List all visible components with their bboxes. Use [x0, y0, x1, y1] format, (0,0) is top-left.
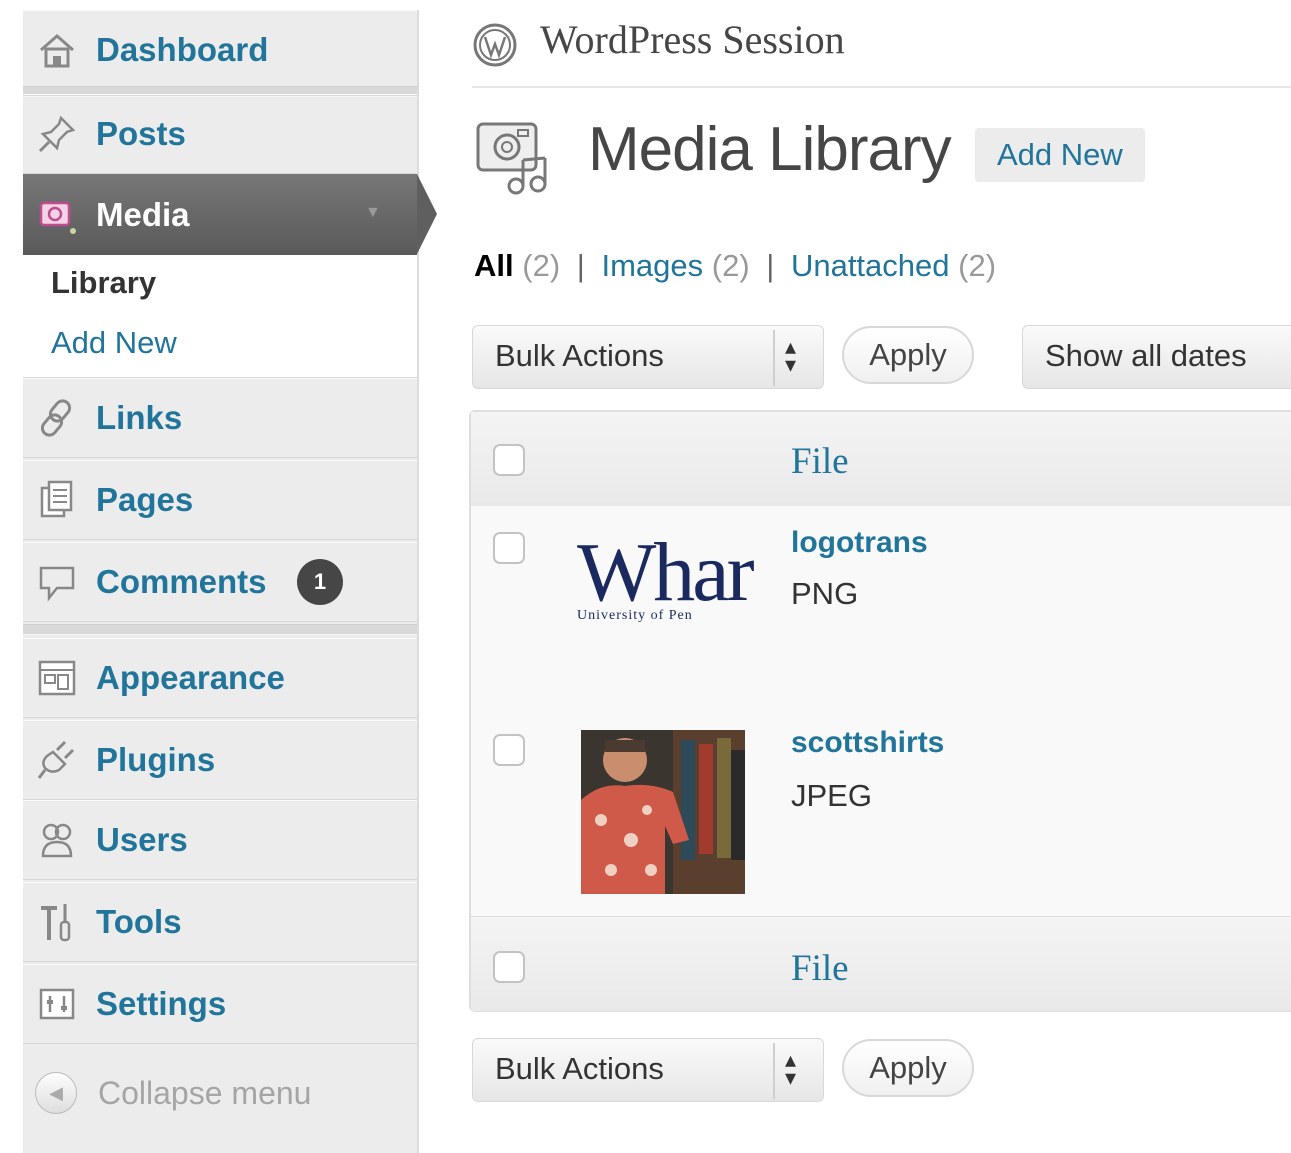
media-type-filters: All (2) | Images (2) | Unattached (2) [474, 248, 996, 284]
menu-label-posts: Posts [96, 115, 186, 152]
column-header-file[interactable]: File [791, 440, 849, 483]
date-filter-select[interactable]: Show all dates [1022, 325, 1291, 389]
select-updown-icon: ▴ ▾ [785, 1047, 797, 1090]
table-footer: File [471, 916, 1291, 1011]
menu-item-users[interactable]: Users [23, 800, 417, 880]
filter-all-count: (2) [522, 248, 561, 283]
submenu-item-add-new[interactable]: Add New [51, 325, 177, 361]
table-row: Whar University of Pen logotrans PNG [471, 506, 1291, 707]
collapse-menu-label: Collapse menu [98, 1074, 312, 1111]
add-new-button[interactable]: Add New [975, 128, 1145, 182]
wordpress-logo-icon [473, 23, 517, 67]
collapse-arrow-icon: ◀ [35, 1072, 77, 1114]
users-icon [41, 823, 73, 858]
tools-icon [41, 904, 71, 942]
filter-separator: | [766, 248, 775, 283]
menu-item-posts[interactable]: Posts [23, 94, 417, 174]
pushpin-icon [38, 115, 76, 153]
media-library-icon [476, 122, 547, 195]
menu-item-links[interactable]: Links [23, 378, 417, 458]
filter-separator: | [576, 248, 585, 283]
appearance-icon [38, 660, 76, 696]
media-table: File Whar University of Pen logotrans PN… [469, 410, 1291, 1012]
file-title-link[interactable]: logotrans [791, 526, 928, 560]
file-type: JPEG [791, 778, 872, 813]
menu-item-dashboard[interactable]: Dashboard [23, 10, 417, 90]
column-footer-file[interactable]: File [791, 947, 849, 990]
menu-item-appearance[interactable]: Appearance [23, 638, 417, 718]
comment-count-badge: 1 [297, 559, 343, 605]
pages-icon [40, 480, 73, 518]
menu-item-plugins[interactable]: Plugins [23, 720, 417, 800]
submenu-item-library[interactable]: Library [51, 265, 156, 301]
menu-label-pages: Pages [96, 481, 194, 518]
menu-label-links: Links [96, 399, 183, 436]
media-submenu: Library Add New [23, 255, 417, 378]
menu-label-appearance: Appearance [96, 659, 285, 696]
page-title: Media Library [588, 115, 952, 184]
select-updown-icon: ▴ ▾ [785, 334, 797, 377]
table-header: File [471, 412, 1291, 507]
table-row: scottshirts JPEG [471, 706, 1291, 917]
media-icon [39, 201, 76, 234]
menu-label-tools: Tools [96, 903, 182, 940]
row-checkbox[interactable] [493, 734, 525, 766]
bulk-actions-select-bottom[interactable]: Bulk Actions ▴ ▾ [472, 1038, 824, 1102]
filter-unattached-count: (2) [958, 248, 997, 283]
file-type: PNG [791, 576, 859, 611]
filter-images-count: (2) [711, 248, 750, 283]
site-header: WordPress Session [472, 12, 1291, 88]
site-title[interactable]: WordPress Session [540, 16, 845, 63]
menu-label-dashboard: Dashboard [96, 31, 269, 68]
menu-item-pages[interactable]: Pages [23, 460, 417, 540]
row-checkbox[interactable] [493, 532, 525, 564]
apply-button-bottom[interactable]: Apply [842, 1039, 974, 1097]
collapse-menu-button[interactable]: ◀ Collapse menu [23, 1050, 417, 1136]
menu-item-tools[interactable]: Tools [23, 882, 417, 962]
current-menu-arrow [417, 174, 437, 254]
menu-separator [23, 624, 417, 635]
select-all-checkbox[interactable] [493, 444, 525, 476]
filter-images[interactable]: Images [601, 248, 703, 283]
logotrans-thumbnail[interactable]: Whar University of Pen [575, 532, 771, 628]
menu-label-plugins: Plugins [96, 741, 216, 778]
menu-label-settings: Settings [96, 985, 227, 1022]
select-divider [773, 1043, 775, 1099]
bulk-actions-value: Bulk Actions [495, 338, 664, 373]
comment-bubble-icon [39, 566, 75, 602]
admin-sidebar: Dashboard Posts Media ▼ Library Add New … [23, 10, 437, 1153]
menu-item-media[interactable]: Media ▼ [23, 174, 437, 255]
submenu-toggle-icon[interactable]: ▼ [365, 204, 381, 222]
thumbnail-logo-subtext: University of Pen [577, 608, 693, 623]
home-icon [40, 34, 74, 68]
date-filter-value: Show all dates [1045, 338, 1247, 373]
plug-icon [37, 740, 75, 779]
bulk-actions-select[interactable]: Bulk Actions ▴ ▾ [472, 325, 824, 389]
link-icon [40, 399, 72, 437]
menu-item-settings[interactable]: Settings [23, 964, 417, 1044]
menu-label-users: Users [96, 821, 188, 858]
select-all-checkbox[interactable] [493, 951, 525, 983]
file-title-link[interactable]: scottshirts [791, 726, 944, 760]
bulk-actions-value: Bulk Actions [495, 1051, 664, 1086]
filter-all[interactable]: All [474, 248, 514, 283]
settings-icon [39, 988, 75, 1020]
scottshirts-thumbnail[interactable] [581, 730, 745, 894]
filter-unattached[interactable]: Unattached [791, 248, 950, 283]
menu-label-comments: Comments [96, 563, 267, 600]
menu-label-media: Media [96, 195, 190, 233]
select-divider [773, 330, 775, 386]
apply-button[interactable]: Apply [842, 326, 974, 384]
menu-item-comments[interactable]: Comments 1 [23, 542, 417, 622]
